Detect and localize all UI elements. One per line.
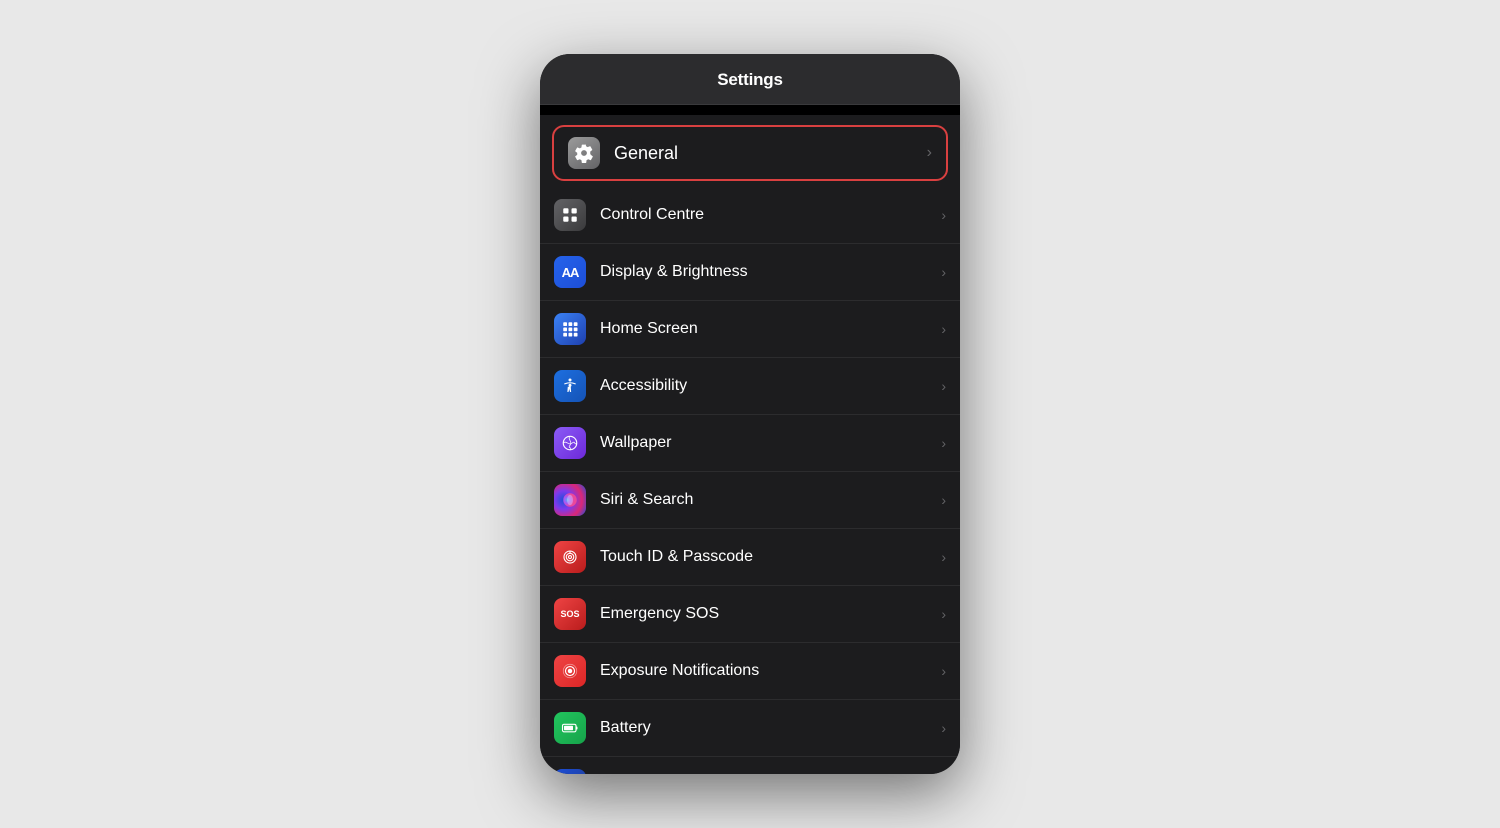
home-screen-chevron: › — [941, 321, 946, 337]
emergency-sos-label: Emergency SOS — [600, 605, 941, 623]
dark-spacer — [540, 105, 960, 115]
settings-item-home-screen[interactable]: Home Screen› — [540, 301, 960, 358]
home-screen-icon — [554, 313, 586, 345]
general-label: General — [614, 143, 927, 164]
control-centre-icon — [554, 199, 586, 231]
settings-list[interactable]: Control Centre›AADisplay & Brightness›Ho… — [540, 187, 960, 774]
accessibility-label: Accessibility — [600, 377, 941, 395]
settings-item-siri-search[interactable]: Siri & Search› — [540, 472, 960, 529]
settings-item-emergency-sos[interactable]: SOS Emergency SOS› — [540, 586, 960, 643]
settings-item-privacy[interactable]: Privacy› — [540, 757, 960, 774]
touch-id-passcode-icon — [554, 541, 586, 573]
battery-icon — [554, 712, 586, 744]
battery-label: Battery — [600, 719, 941, 737]
settings-item-display-brightness[interactable]: AA Display & Brightness› — [540, 244, 960, 301]
control-centre-chevron: › — [941, 207, 946, 223]
display-brightness-chevron: › — [941, 264, 946, 280]
settings-item-battery[interactable]: Battery› — [540, 700, 960, 757]
settings-item-wallpaper[interactable]: Wallpaper› — [540, 415, 960, 472]
general-chevron: › — [927, 144, 932, 162]
siri-search-label: Siri & Search — [600, 491, 941, 509]
gear-icon — [574, 143, 594, 163]
display-brightness-icon: AA — [554, 256, 586, 288]
battery-chevron: › — [941, 720, 946, 736]
home-screen-label: Home Screen — [600, 320, 941, 338]
siri-search-icon — [554, 484, 586, 516]
accessibility-icon — [554, 370, 586, 402]
settings-item-touch-id-passcode[interactable]: Touch ID & Passcode› — [540, 529, 960, 586]
settings-item-control-centre[interactable]: Control Centre› — [540, 187, 960, 244]
wallpaper-chevron: › — [941, 435, 946, 451]
general-icon — [568, 137, 600, 169]
wallpaper-icon — [554, 427, 586, 459]
siri-search-chevron: › — [941, 492, 946, 508]
emergency-sos-chevron: › — [941, 606, 946, 622]
exposure-notifications-icon — [554, 655, 586, 687]
accessibility-chevron: › — [941, 378, 946, 394]
exposure-notifications-label: Exposure Notifications — [600, 662, 941, 680]
device-frame: Settings General › Control Centre›AADisp… — [540, 54, 960, 774]
title-bar: Settings — [540, 54, 960, 105]
control-centre-label: Control Centre — [600, 206, 941, 224]
emergency-sos-icon: SOS — [554, 598, 586, 630]
privacy-icon — [554, 769, 586, 774]
exposure-notifications-chevron: › — [941, 663, 946, 679]
touch-id-passcode-label: Touch ID & Passcode — [600, 548, 941, 566]
settings-item-exposure-notifications[interactable]: Exposure Notifications› — [540, 643, 960, 700]
general-row[interactable]: General › — [552, 125, 948, 181]
page-title: Settings — [717, 70, 782, 89]
settings-item-accessibility[interactable]: Accessibility› — [540, 358, 960, 415]
display-brightness-label: Display & Brightness — [600, 263, 941, 281]
wallpaper-label: Wallpaper — [600, 434, 941, 452]
touch-id-passcode-chevron: › — [941, 549, 946, 565]
